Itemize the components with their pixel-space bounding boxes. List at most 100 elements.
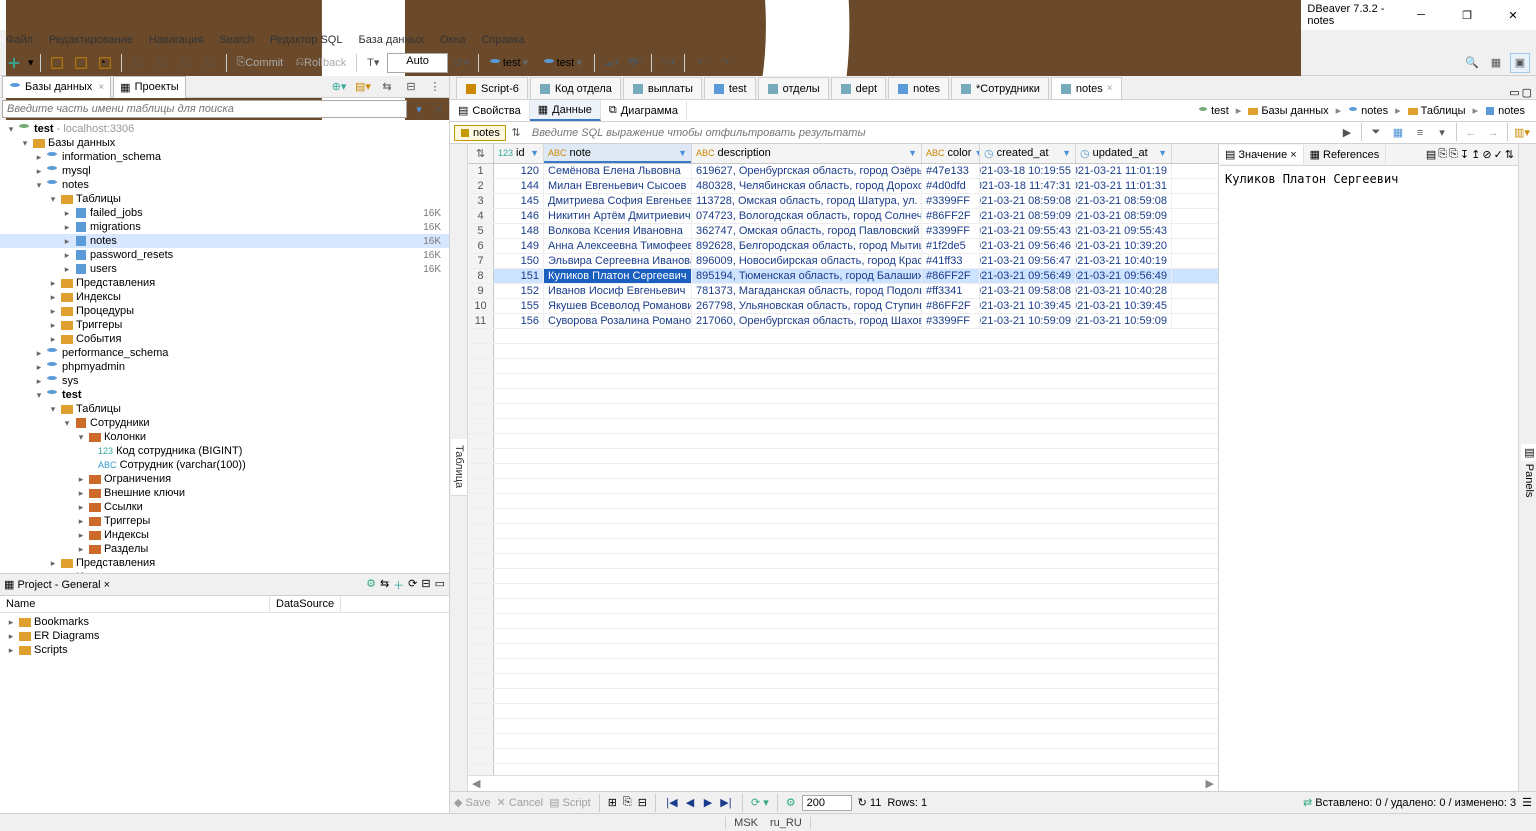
row-corner[interactable]: ⇅: [468, 144, 494, 163]
tree-test-tables[interactable]: Таблицы: [0, 402, 449, 416]
rp-i5[interactable]: ↥: [1471, 148, 1480, 161]
col-updated[interactable]: ◷updated_at▼: [1076, 144, 1172, 163]
pp-gear-icon[interactable]: ⚙: [366, 577, 376, 593]
col-id[interactable]: 123id▼: [494, 144, 544, 163]
tree-col2[interactable]: ABC Сотрудник (varchar(100)): [0, 458, 449, 472]
tb-fwd-icon[interactable]: ↷: [715, 53, 735, 73]
f-add-icon[interactable]: ⊞: [608, 796, 617, 809]
tree-connection[interactable]: test - localhost:3306: [0, 122, 449, 136]
refresh-data-icon[interactable]: ⟳ ▾: [751, 796, 769, 809]
editor-tab[interactable]: Script-6: [456, 77, 528, 99]
tree-events[interactable]: События: [0, 332, 449, 346]
tree-clear-icon[interactable]: ✕: [429, 99, 449, 119]
table-row[interactable]: 11156Суворова Розалина Романовна217060, …: [468, 314, 1218, 329]
save-button[interactable]: ◆ Save: [454, 796, 491, 809]
col-created[interactable]: ◷created_at▼: [980, 144, 1076, 163]
pp-er[interactable]: ER Diagrams: [0, 629, 449, 643]
tree-phpmyadmin[interactable]: phpmyadmin: [0, 360, 449, 374]
nav-menu-icon[interactable]: ⋮: [425, 77, 445, 97]
tree-procedures[interactable]: Процедуры: [0, 304, 449, 318]
rp-i8[interactable]: ⇅: [1505, 148, 1514, 161]
editor-tab[interactable]: dept: [831, 77, 886, 99]
menu-database[interactable]: База данных: [356, 32, 426, 48]
pp-min-icon[interactable]: ▭: [435, 577, 445, 593]
menu-file[interactable]: Файл: [4, 32, 35, 48]
tree-migrations[interactable]: migrations16K: [0, 220, 449, 234]
datasource-select[interactable]: test▾: [485, 53, 535, 73]
new-sql-icon[interactable]: [47, 53, 67, 73]
bc-test[interactable]: test: [1193, 102, 1234, 120]
tree-parts[interactable]: Разделы: [0, 542, 449, 556]
editor-tab[interactable]: отделы: [758, 77, 829, 99]
search-icon[interactable]: 🔍: [1462, 53, 1482, 73]
tree-databases[interactable]: Базы данных: [0, 136, 449, 150]
fr-fwd-icon[interactable]: →: [1483, 123, 1503, 143]
tree-columns[interactable]: Колонки: [0, 430, 449, 444]
col-color[interactable]: ABCcolor▼: [922, 144, 980, 163]
fr-sort-icon[interactable]: ≡: [1410, 123, 1430, 143]
tree-password-resets[interactable]: password_resets16K: [0, 248, 449, 262]
filter-toggle-icon[interactable]: ⇅: [506, 123, 526, 143]
h-scrollbar[interactable]: ◀▶: [468, 775, 1218, 791]
ed-min-icon[interactable]: ▭: [1509, 86, 1519, 99]
table-row[interactable]: 3145Дмитриева София Евгеньевна113728, Ом…: [468, 194, 1218, 209]
tree-failed-jobs[interactable]: failed_jobs16K: [0, 206, 449, 220]
col-note[interactable]: ABCnote▼: [544, 144, 692, 163]
menu-window[interactable]: Окна: [438, 32, 468, 48]
rp-i3[interactable]: ⎘: [1449, 148, 1458, 161]
vg-grid-icon[interactable]: ▦: [450, 455, 451, 481]
pp-col-name[interactable]: Name: [0, 596, 270, 612]
tree-fkeys[interactable]: Внешние ключи: [0, 486, 449, 500]
tree-perf-schema[interactable]: performance_schema: [0, 346, 449, 360]
perspective-icon[interactable]: ▦: [1486, 53, 1506, 73]
tb-icon-c[interactable]: ▢: [176, 53, 196, 73]
rp-i1[interactable]: ▤: [1426, 148, 1436, 161]
tree-triggers[interactable]: Триггеры: [0, 318, 449, 332]
dbeaver-persp-icon[interactable]: ▣: [1510, 53, 1530, 73]
database-select[interactable]: test▾: [539, 53, 589, 73]
tree-indexes[interactable]: Индексы: [0, 290, 449, 304]
tree-sotrudniki[interactable]: Сотрудники: [0, 416, 449, 430]
tb-edit-icon[interactable]: ✎▾: [658, 53, 678, 73]
new-conn-dd[interactable]: ▾: [28, 56, 34, 69]
nav-last-icon[interactable]: ▶|: [718, 796, 734, 809]
pp-link-icon[interactable]: ⇆: [380, 577, 389, 593]
bc-tables[interactable]: Таблицы: [1403, 102, 1471, 120]
tree-constraints[interactable]: Ограничения: [0, 472, 449, 486]
nav-filter-icon[interactable]: ▤▾: [353, 77, 373, 97]
fr-apply-icon[interactable]: ▶: [1337, 123, 1357, 143]
tree-notes-db[interactable]: notes: [0, 178, 449, 192]
menu-help[interactable]: Справка: [480, 32, 527, 48]
subtab-diagram[interactable]: ⧉ Диаграмма: [601, 101, 687, 120]
ed-max-icon[interactable]: ▢: [1522, 86, 1532, 99]
editor-tab[interactable]: notes×: [1051, 77, 1122, 99]
pp-refresh-icon[interactable]: ⟳: [408, 577, 417, 593]
editor-tab[interactable]: notes: [888, 77, 949, 99]
tree-mysql[interactable]: mysql: [0, 164, 449, 178]
f-del-icon[interactable]: ⊟: [638, 796, 647, 809]
fr-back-icon[interactable]: ←: [1461, 123, 1481, 143]
rp-tab-refs[interactable]: ▦ References: [1304, 145, 1387, 164]
tree-search-input[interactable]: [2, 100, 407, 118]
tree-sys[interactable]: sys: [0, 374, 449, 388]
nav-new-icon[interactable]: ⊕▾: [329, 77, 349, 97]
pp-col-ds[interactable]: DataSource: [270, 596, 341, 612]
fr-cols-icon[interactable]: ▦: [1388, 123, 1408, 143]
close-button[interactable]: ✕: [1490, 0, 1536, 30]
value-text[interactable]: Куликов Платон Сергеевич: [1219, 166, 1518, 192]
rp-i4[interactable]: ↧: [1460, 148, 1469, 161]
tb-icon-b[interactable]: ▢: [152, 53, 172, 73]
table-row[interactable]: 8151Куликов Платон Сергеевич895194, Тюме…: [468, 269, 1218, 284]
editor-tab[interactable]: выплаты: [623, 77, 702, 99]
open-sql-icon[interactable]: [71, 53, 91, 73]
tb-icon-d[interactable]: ▢: [200, 53, 220, 73]
filter-input[interactable]: [526, 127, 1337, 139]
editor-tab[interactable]: *Сотрудники: [951, 77, 1049, 99]
tree-views2[interactable]: Представления: [0, 556, 449, 570]
f-menu-icon[interactable]: ☰: [1522, 796, 1532, 809]
menu-navigation[interactable]: Навигация: [147, 32, 205, 48]
bc-notes[interactable]: notes: [1343, 102, 1393, 120]
pp-collapse-icon[interactable]: ⊟: [421, 577, 430, 593]
fr-panel-icon[interactable]: ▥▾: [1512, 123, 1532, 143]
rp-i7[interactable]: ✓: [1494, 148, 1503, 161]
